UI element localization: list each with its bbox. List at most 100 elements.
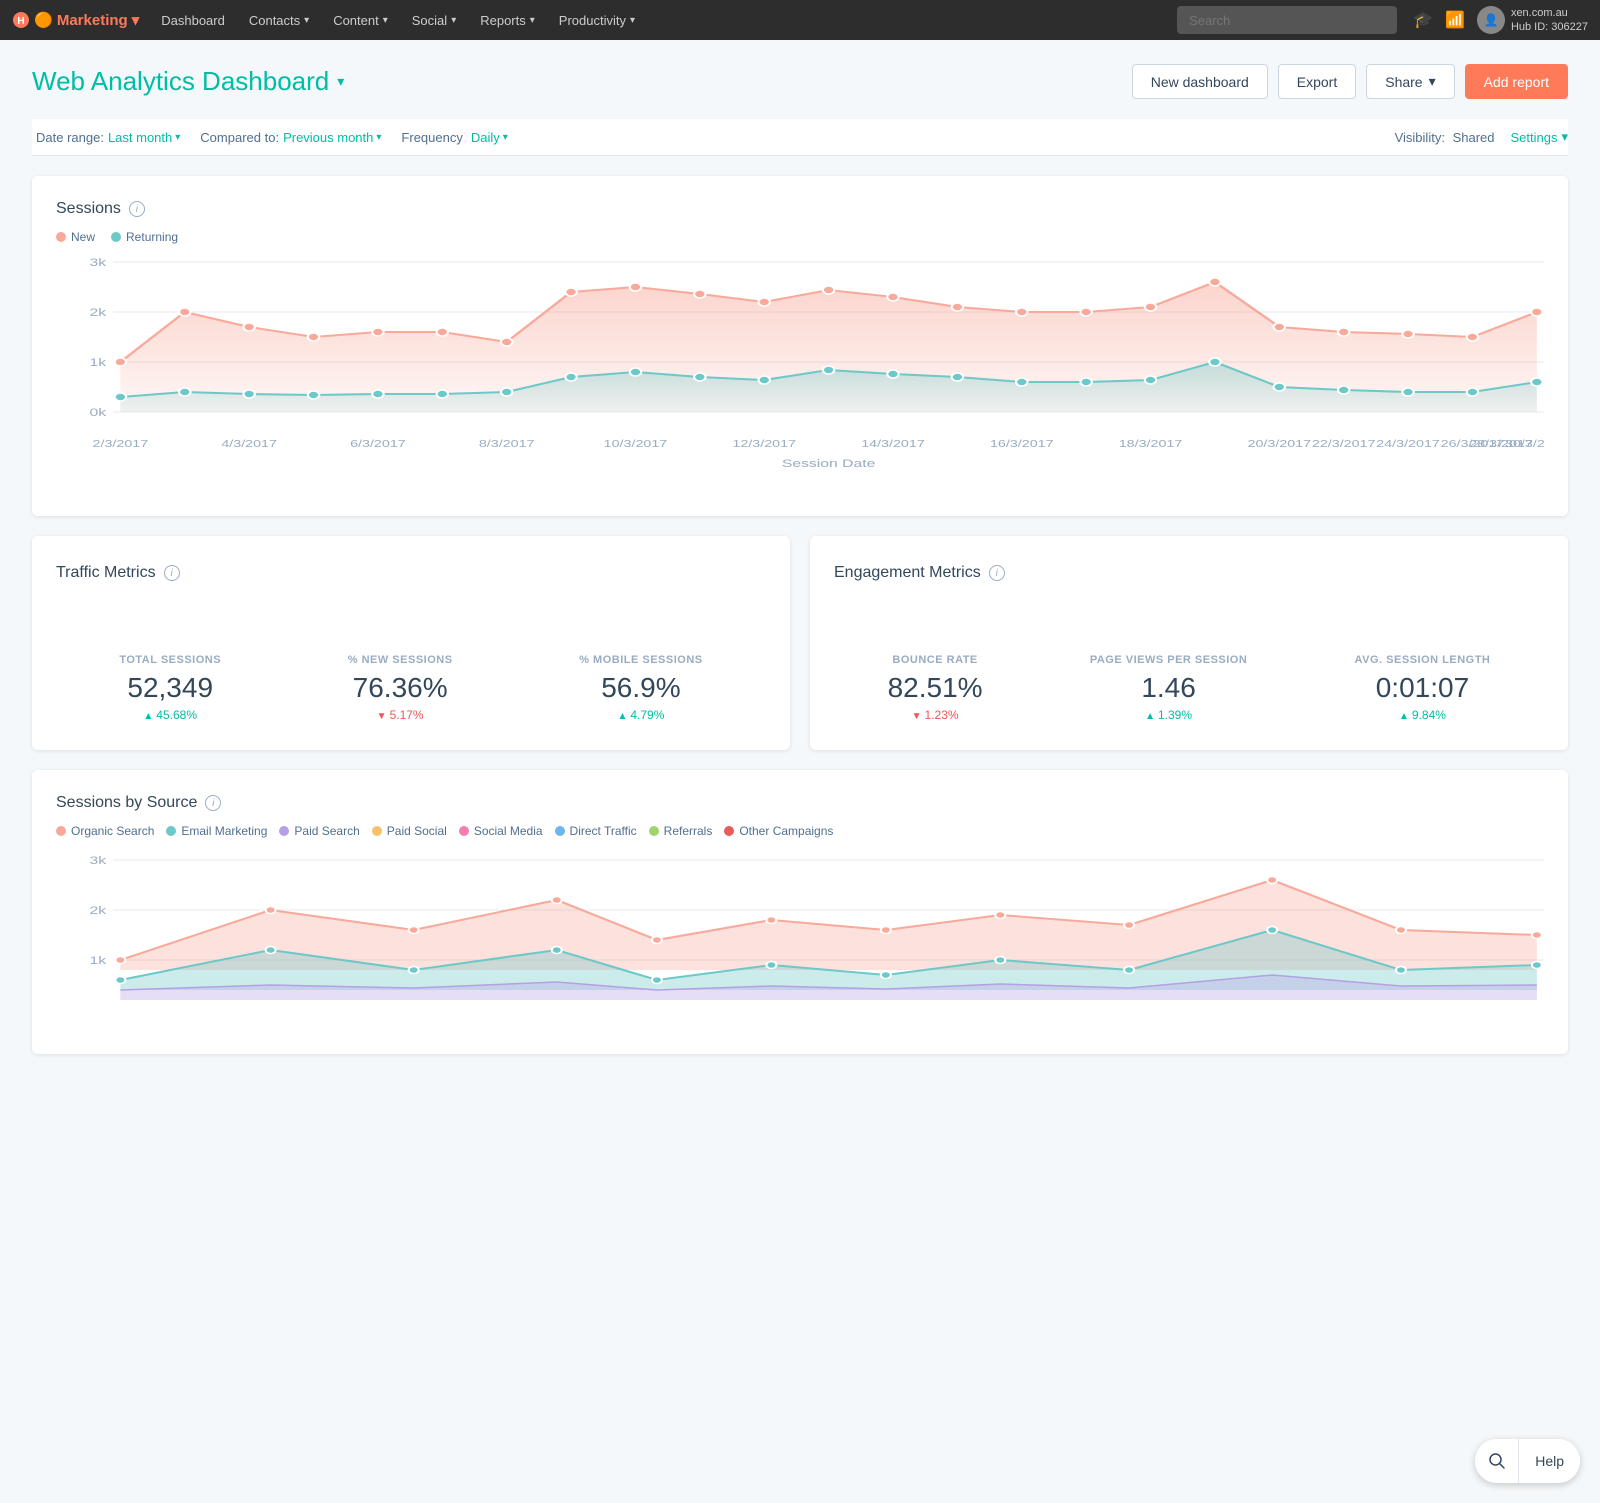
- session-length-change: 9.84%: [1355, 708, 1491, 722]
- legend-social-media: Social Media: [459, 824, 543, 838]
- export-button[interactable]: Export: [1278, 64, 1356, 99]
- traffic-metrics-title: Traffic Metrics i: [56, 564, 766, 582]
- header-actions: New dashboard Export Share ▾ Add report: [1132, 64, 1568, 99]
- traffic-metrics-inner: TOTAL SESSIONS 52,349 45.68% % NEW SESSI…: [56, 594, 766, 722]
- settings-link[interactable]: Settings ▾: [1510, 129, 1568, 145]
- source-info-icon[interactable]: i: [205, 795, 221, 811]
- legend-dot-new: [56, 232, 66, 242]
- svg-text:18/3/2017: 18/3/2017: [1119, 438, 1183, 449]
- svg-text:10/3/2017: 10/3/2017: [604, 438, 668, 449]
- legend-other: Other Campaigns: [724, 824, 833, 838]
- svg-text:4/3/2017: 4/3/2017: [221, 438, 277, 449]
- svg-text:Session Date: Session Date: [782, 457, 876, 469]
- sessions-by-source-card: Sessions by Source i Organic Search Emai…: [32, 770, 1568, 1054]
- mobile-sessions-change: 4.79%: [579, 708, 702, 722]
- filter-right: Visibility: Shared Settings ▾: [1395, 129, 1568, 145]
- brand-caret: ▾: [132, 11, 140, 29]
- help-button[interactable]: Help: [1519, 1439, 1580, 1483]
- legend-new: New: [56, 230, 95, 244]
- traffic-metrics-card: Traffic Metrics i TOTAL SESSIONS 52,349 …: [32, 536, 790, 750]
- sessions-info-icon[interactable]: i: [129, 201, 145, 217]
- engagement-metrics-inner: BOUNCE RATE 82.51% 1.23% PAGE VIEWS PER …: [834, 594, 1544, 722]
- nav-reports[interactable]: Reports▾: [470, 0, 545, 40]
- down-arrow: [912, 708, 922, 722]
- legend-organic: Organic Search: [56, 824, 154, 838]
- dashboard-title[interactable]: Web Analytics Dashboard ▾: [32, 66, 344, 97]
- sessions-card-title: Sessions i: [56, 200, 1544, 218]
- share-button[interactable]: Share ▾: [1366, 64, 1454, 99]
- svg-text:3k: 3k: [89, 854, 106, 866]
- svg-text:3k: 3k: [89, 256, 106, 268]
- svg-text:0k: 0k: [89, 406, 106, 418]
- add-report-button[interactable]: Add report: [1465, 64, 1568, 99]
- dashboard-title-text: Web Analytics Dashboard: [32, 66, 329, 97]
- svg-text:14/3/2017: 14/3/2017: [861, 438, 925, 449]
- topnav-right-icons: 🎓 📶 👤 xen.com.au Hub ID: 306227: [1413, 6, 1588, 35]
- brand-name: 🟠 Marketing: [34, 11, 128, 29]
- compared-to-select[interactable]: Previous month ▾: [283, 130, 381, 145]
- sessions-legend: New Returning: [56, 230, 1544, 244]
- source-chart: 3k 2k 1k: [56, 850, 1544, 1030]
- nav-content[interactable]: Content▾: [323, 0, 398, 40]
- traffic-info-icon[interactable]: i: [164, 565, 180, 581]
- nav-contacts[interactable]: Contacts▾: [239, 0, 319, 40]
- up-arrow: [1399, 708, 1409, 722]
- svg-text:24/3/2017: 24/3/2017: [1376, 438, 1440, 449]
- date-range-select[interactable]: Last month ▾: [108, 130, 180, 145]
- legend-referrals: Referrals: [649, 824, 713, 838]
- legend-paid-social: Paid Social: [372, 824, 447, 838]
- user-menu[interactable]: 👤 xen.com.au Hub ID: 306227: [1477, 6, 1588, 35]
- sessions-card: Sessions i New Returning 3k 2k: [32, 176, 1568, 516]
- up-arrow: [617, 708, 627, 722]
- total-sessions-change: 45.68%: [119, 708, 221, 722]
- compared-to-filter: Compared to: Previous month ▾: [200, 130, 381, 145]
- legend-email: Email Marketing: [166, 824, 267, 838]
- frequency-select[interactable]: Daily ▾: [471, 130, 508, 145]
- bounce-rate-metric: BOUNCE RATE 82.51% 1.23%: [868, 654, 1003, 722]
- share-caret: ▾: [1429, 73, 1436, 90]
- new-sessions-change: 5.17%: [348, 708, 453, 722]
- sessions-chart: 3k 2k 1k 0k: [56, 252, 1544, 492]
- search-input[interactable]: [1177, 6, 1397, 34]
- up-arrow: [1145, 708, 1155, 722]
- pageviews-metric: PAGE VIEWS PER SESSION 1.46 1.39%: [1070, 654, 1268, 722]
- new-dashboard-button[interactable]: New dashboard: [1132, 64, 1268, 99]
- session-length-metric: AVG. SESSION LENGTH 0:01:07 9.84%: [1335, 654, 1511, 722]
- engagement-info-icon[interactable]: i: [989, 565, 1005, 581]
- sessions-by-source-title: Sessions by Source i: [56, 794, 1544, 812]
- svg-text:1k: 1k: [89, 356, 106, 368]
- legend-paid-search: Paid Search: [279, 824, 359, 838]
- svg-text:22/3/2017: 22/3/2017: [1312, 438, 1376, 449]
- date-range-filter: Date range: Last month ▾: [36, 130, 180, 145]
- wifi-icon[interactable]: 📶: [1445, 10, 1465, 30]
- dashboard-header: Web Analytics Dashboard ▾ New dashboard …: [32, 64, 1568, 99]
- help-search-button[interactable]: [1475, 1439, 1519, 1483]
- nav-dashboard[interactable]: Dashboard: [151, 0, 235, 40]
- total-sessions-metric: TOTAL SESSIONS 52,349 45.68%: [99, 654, 241, 722]
- svg-text:1k: 1k: [89, 954, 106, 966]
- nav-productivity[interactable]: Productivity▾: [549, 0, 645, 40]
- main-content: Web Analytics Dashboard ▾ New dashboard …: [0, 40, 1600, 1098]
- legend-returning: Returning: [111, 230, 178, 244]
- new-sessions-metric: % NEW SESSIONS 76.36% 5.17%: [328, 654, 473, 722]
- dashboard-title-caret: ▾: [337, 73, 344, 90]
- nav-social[interactable]: Social▾: [402, 0, 466, 40]
- mobile-sessions-metric: % MOBILE SESSIONS 56.9% 4.79%: [559, 654, 722, 722]
- svg-text:12/3/2017: 12/3/2017: [732, 438, 796, 449]
- bounce-rate-change: 1.23%: [888, 708, 983, 722]
- source-legend: Organic Search Email Marketing Paid Sear…: [56, 824, 1544, 838]
- filter-row: Date range: Last month ▾ Compared to: Pr…: [32, 119, 1568, 156]
- down-arrow: [377, 708, 387, 722]
- engagement-metrics-title: Engagement Metrics i: [834, 564, 1544, 582]
- pageviews-change: 1.39%: [1090, 708, 1248, 722]
- user-info: xen.com.au Hub ID: 306227: [1511, 6, 1588, 35]
- graduation-icon[interactable]: 🎓: [1413, 10, 1433, 30]
- svg-text:2k: 2k: [89, 306, 106, 318]
- brand-logo[interactable]: H 🟠 Marketing ▾: [12, 11, 139, 29]
- frequency-filter: Frequency Daily ▾: [401, 130, 507, 145]
- svg-text:6/3/2017: 6/3/2017: [350, 438, 406, 449]
- source-svg: 3k 2k 1k: [56, 850, 1544, 1030]
- svg-text:2k: 2k: [89, 904, 106, 916]
- help-widget: Help: [1475, 1439, 1580, 1483]
- svg-text:H: H: [17, 16, 24, 27]
